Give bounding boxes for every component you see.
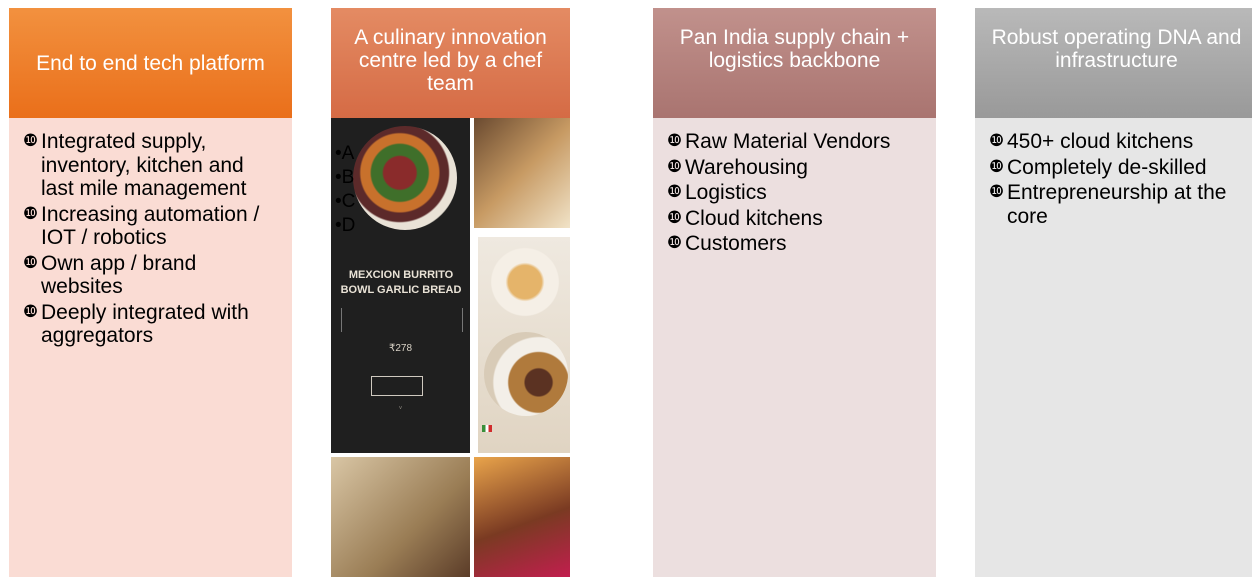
menu-card-footer: ˅ xyxy=(398,406,403,412)
menu-card-button xyxy=(371,376,423,396)
bullet-icon: ❿ xyxy=(23,203,39,224)
pasta-image xyxy=(474,118,570,228)
bullet-icon: ❿ xyxy=(667,131,683,151)
column-operating-dna: Robust operating DNA and infrastructure … xyxy=(975,8,1252,577)
plate-image xyxy=(484,332,568,416)
overlay-item: •C xyxy=(335,191,356,212)
bullet-icon: ❿ xyxy=(23,252,39,273)
menu-card-description xyxy=(341,308,463,332)
bullet-icon: ❿ xyxy=(989,182,1005,202)
plate-top-image xyxy=(482,247,568,317)
list-item: ❿ Customers xyxy=(667,232,787,255)
overlay-item: •B xyxy=(335,167,355,188)
column-supply-chain: Pan India supply chain + logistics backb… xyxy=(653,8,936,577)
header-operating-dna: Robust operating DNA and infrastructure xyxy=(975,8,1252,118)
column-tech-platform: End to end tech platform ❿ Integrated sup… xyxy=(9,8,292,577)
list-item: ❿ Warehousing xyxy=(667,155,808,179)
list-item: ❿ Cloud kitchens xyxy=(667,206,823,230)
operating-dna-list: ❿ 450+ cloud kitchens ❿ Completely de-skil… xyxy=(989,130,1244,228)
panel-operating-dna: ❿ 450+ cloud kitchens ❿ Completely de-skil… xyxy=(975,118,1252,577)
header-tech-platform: End to end tech platform xyxy=(9,8,292,118)
list-item: ❿ Logistics xyxy=(667,181,767,204)
bullet-icon: ❿ xyxy=(667,233,683,253)
overlay-item: •A xyxy=(335,143,355,164)
list-item: ❿ Increasing automation / IOT / robotics xyxy=(23,202,260,250)
list-item: ❿ Completely de-skilled xyxy=(989,155,1207,179)
tech-platform-list: ❿ Integrated supply, inventory, kitchen a… xyxy=(23,130,278,348)
supply-chain-list: ❿ Raw Material Vendors ❿ Warehousing ❿ Logi… xyxy=(667,130,922,256)
list-item: ❿ 450+ cloud kitchens xyxy=(989,130,1194,153)
bullet-icon: ❿ xyxy=(667,182,683,202)
header-culinary-centre: A culinary innovation centre led by a ch… xyxy=(331,8,570,118)
list-item: ❿ Deeply integrated with aggregators xyxy=(23,300,249,348)
bullet-icon: ❿ xyxy=(23,301,39,322)
menu-card-image: MEXCION BURRITO BOWL GARLIC BREAD ₹278 ˅… xyxy=(331,118,470,453)
menu-card-price: ₹278 xyxy=(388,343,413,354)
list-item: ❿ Entrepreneurship at the core xyxy=(989,181,1227,228)
list-item: ❿ Raw Material Vendors xyxy=(667,130,891,153)
bullet-icon: ❿ xyxy=(23,131,39,151)
panel-supply-chain: ❿ Raw Material Vendors ❿ Warehousing ❿ Logi… xyxy=(653,118,936,577)
bullet-icon: ❿ xyxy=(667,156,683,177)
food-collage: MEXCION BURRITO BOWL GARLIC BREAD ₹278 ˅… xyxy=(331,118,570,577)
bullet-icon: ❿ xyxy=(667,207,683,228)
list-item: ❿ Own app / brand websites xyxy=(23,251,197,299)
header-supply-chain: Pan India supply chain + logistics backb… xyxy=(653,8,936,118)
flag-icon xyxy=(482,425,492,432)
menu-card-title: MEXCION BURRITO BOWL GARLIC BREAD xyxy=(340,269,462,296)
food-bowl-image xyxy=(353,126,457,230)
soup-bread-image xyxy=(331,457,470,577)
overlay-list: •A •B •C •D xyxy=(335,142,355,238)
panel-tech-platform: ❿ Integrated supply, inventory, kitchen a… xyxy=(9,118,292,577)
list-item: ❿ Integrated supply, inventory, kitchen a… xyxy=(23,130,247,200)
column-culinary-centre: A culinary innovation centre led by a ch… xyxy=(331,8,570,577)
steak-pasta-plate-image xyxy=(478,237,570,453)
overlay-item: •D xyxy=(335,215,356,236)
bullet-icon: ❿ xyxy=(989,156,1005,177)
bullet-icon: ❿ xyxy=(989,131,1005,151)
drink-image xyxy=(474,457,570,577)
